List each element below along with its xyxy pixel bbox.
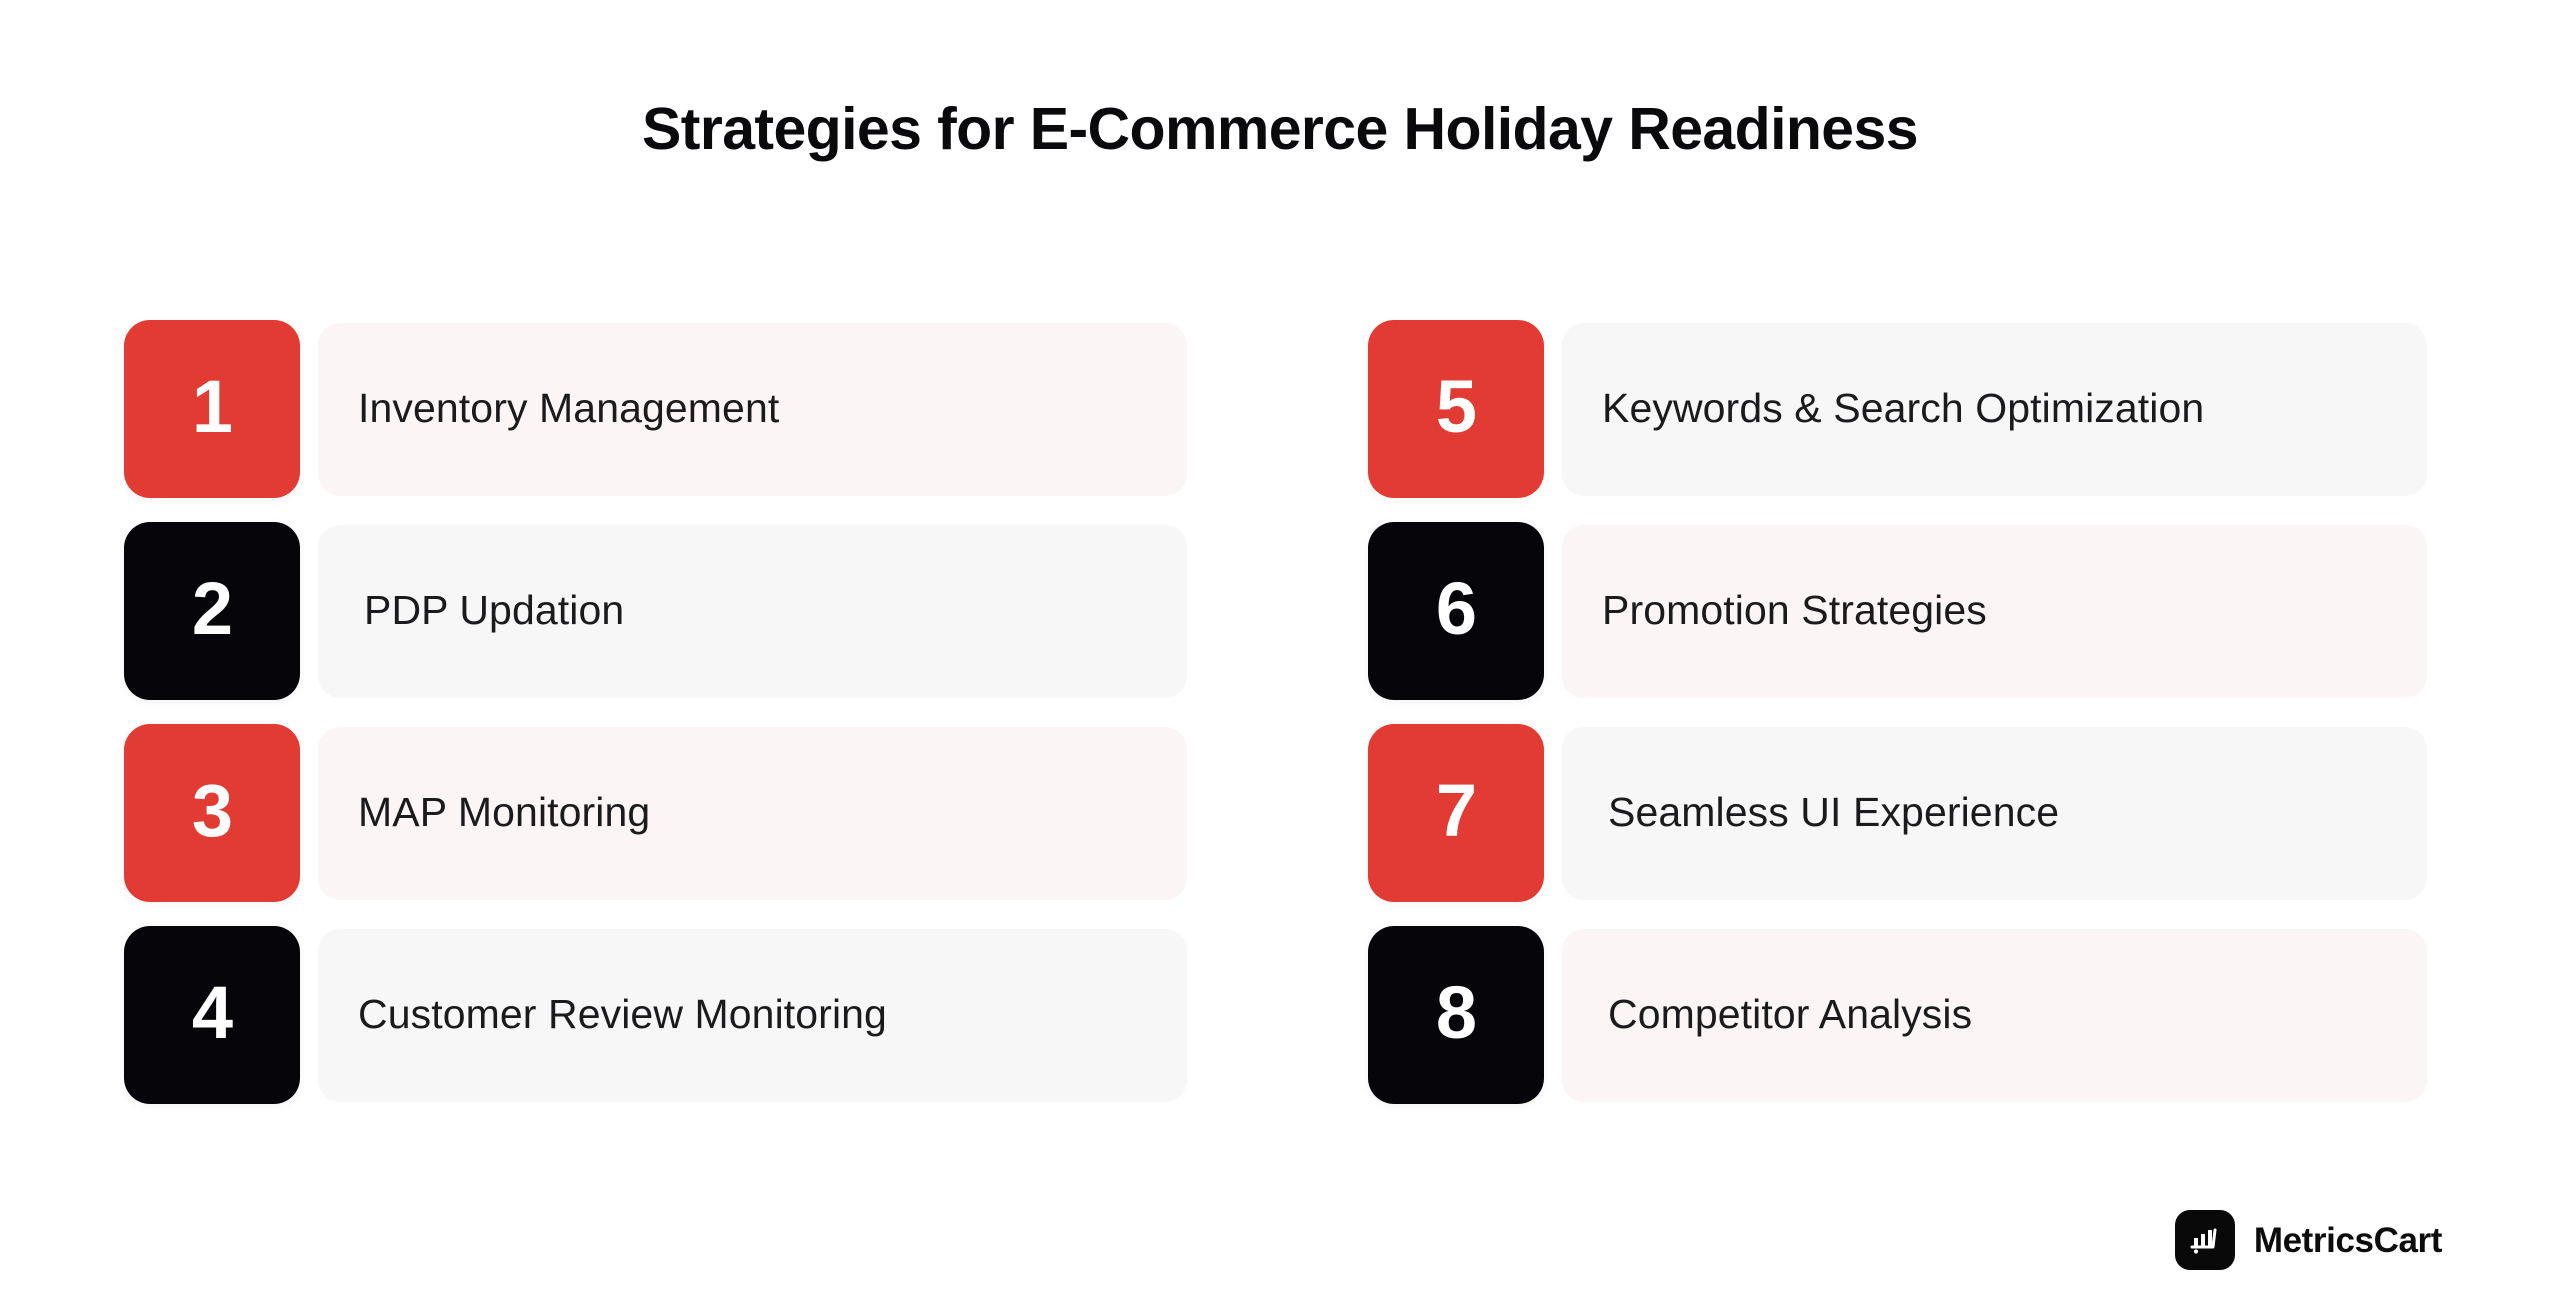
strategy-card-5[interactable]: Keywords & Search Optimization <box>1562 322 2427 496</box>
metricscart-logo: MetricsCart <box>2174 1210 2443 1270</box>
strategy-label-4: Customer Review Monitoring <box>358 991 887 1038</box>
badge-number-label: 4 <box>191 971 233 1054</box>
strategy-card-8[interactable]: Competitor Analysis <box>1562 928 2427 1102</box>
strategy-label-1: Inventory Management <box>358 385 780 432</box>
badge-number-label: 5 <box>1435 365 1477 448</box>
strategy-card-3[interactable]: MAP Monitoring <box>318 726 1187 900</box>
strategy-column-right: 5 Keywords & Search Optimization 6 Promo… <box>1368 320 2427 1104</box>
strategy-item-5[interactable]: 5 Keywords & Search Optimization <box>1368 320 2427 498</box>
badge-number-label: 2 <box>191 567 233 650</box>
strategy-item-4[interactable]: 4 Customer Review Monitoring <box>124 926 1187 1104</box>
strategy-label-7: Seamless UI Experience <box>1608 789 2060 836</box>
number-badge-8: 8 <box>1368 926 1544 1104</box>
strategy-item-7[interactable]: 7 Seamless UI Experience <box>1368 724 2427 902</box>
strategy-card-7[interactable]: Seamless UI Experience <box>1562 726 2427 900</box>
strategy-item-1[interactable]: 1 Inventory Management <box>124 320 1187 498</box>
strategy-label-8: Competitor Analysis <box>1608 991 1973 1038</box>
number-badge-3: 3 <box>124 724 300 902</box>
strategy-card-1[interactable]: Inventory Management <box>318 322 1187 496</box>
strategy-item-3[interactable]: 3 MAP Monitoring <box>124 724 1187 902</box>
badge-number-label: 1 <box>191 365 233 448</box>
strategy-column-left: 1 Inventory Management 2 PDP Updation 3 <box>124 320 1187 1104</box>
strategy-item-8[interactable]: 8 Competitor Analysis <box>1368 926 2427 1104</box>
strategy-item-6[interactable]: 6 Promotion Strategies <box>1368 522 2427 700</box>
badge-number-label: 6 <box>1435 567 1477 650</box>
number-badge-5: 5 <box>1368 320 1544 498</box>
strategy-item-2[interactable]: 2 PDP Updation <box>124 522 1187 700</box>
strategy-label-3: MAP Monitoring <box>358 789 651 836</box>
number-badge-1: 1 <box>124 320 300 498</box>
number-badge-7: 7 <box>1368 724 1544 902</box>
bar-chart-cart-icon <box>2174 1210 2235 1270</box>
strategy-columns: 1 Inventory Management 2 PDP Updation 3 <box>0 320 2560 1104</box>
strategy-card-4[interactable]: Customer Review Monitoring <box>318 928 1187 1102</box>
strategy-label-2: PDP Updation <box>364 587 625 634</box>
strategy-label-5: Keywords & Search Optimization <box>1602 385 2205 432</box>
number-badge-2: 2 <box>124 522 300 700</box>
badge-number-label: 3 <box>191 769 233 852</box>
badge-number-label: 7 <box>1435 769 1477 852</box>
page-title: Strategies for E-Commerce Holiday Readin… <box>642 96 1919 162</box>
number-badge-4: 4 <box>124 926 300 1104</box>
strategy-label-6: Promotion Strategies <box>1602 587 1987 634</box>
strategy-card-2[interactable]: PDP Updation <box>318 524 1187 698</box>
metricscart-wordmark: MetricsCart <box>2253 1220 2443 1260</box>
badge-number-label: 8 <box>1435 971 1477 1054</box>
number-badge-6: 6 <box>1368 522 1544 700</box>
infographic-canvas: Strategies for E-Commerce Holiday Readin… <box>0 0 2560 1314</box>
strategy-card-6[interactable]: Promotion Strategies <box>1562 524 2427 698</box>
